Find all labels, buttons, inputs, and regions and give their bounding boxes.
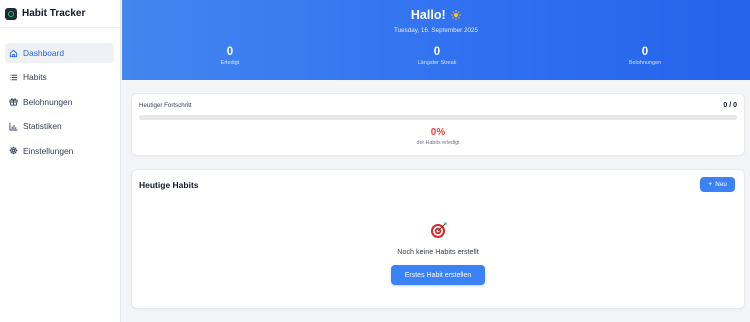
stat-value: 0: [641, 46, 649, 58]
section-title: Heutige Habits: [139, 180, 199, 190]
new-habit-button[interactable]: + Neu: [700, 177, 735, 192]
create-first-habit-button[interactable]: Erstes Habit erstellen: [391, 265, 485, 285]
gear-icon: [8, 146, 18, 156]
todays-habits-card: Heutige Habits + Neu Noch keine Habits e…: [131, 169, 745, 309]
sidebar-item-dashboard[interactable]: Dashboard: [5, 43, 114, 63]
stat-value: 0: [433, 46, 441, 58]
greeting-text: Hallo!: [410, 8, 446, 22]
sidebar-item-statistiken[interactable]: Statistiken: [5, 116, 114, 136]
sidebar-item-label: Statistiken: [23, 121, 62, 132]
sun-icon: [451, 10, 462, 20]
stat-longest-streak: 0 Längster Streak: [377, 46, 497, 66]
target-icon: [431, 222, 447, 238]
sidebar-item-einstellungen[interactable]: Einstellungen: [5, 141, 114, 161]
stat-erledigt: 0 Erledigt: [170, 46, 290, 66]
sidebar-item-label: Belohnungen: [23, 96, 73, 107]
stat-label: Längster Streak: [417, 60, 457, 66]
sidebar: Habit Tracker Dashboard Habits Belohnung…: [0, 0, 121, 322]
stat-value: 0: [226, 46, 234, 58]
sidebar-item-belohnungen[interactable]: Belohnungen: [5, 92, 114, 112]
stat-label: Belohnungen: [628, 60, 662, 66]
app-title: Habit Tracker: [22, 8, 86, 19]
stat-label: Erledigt: [220, 60, 240, 66]
sidebar-nav: Dashboard Habits Belohnungen Statistiken…: [0, 28, 120, 161]
habit-tracker-logo-icon: [5, 7, 17, 20]
current-date: Tuesday, 16. September 2025: [393, 27, 478, 34]
empty-state-text: Noch keine Habits erstellt: [397, 247, 479, 256]
greeting-heading: Hallo!: [122, 8, 750, 22]
progress-label: Heutiger Fortschritt: [139, 102, 192, 109]
sidebar-item-label: Einstellungen: [23, 145, 74, 156]
progress-ratio: 0 / 0: [723, 102, 737, 109]
app-brand[interactable]: Habit Tracker: [0, 0, 120, 28]
progress-percent: 0%: [430, 127, 446, 138]
home-icon: [8, 48, 18, 58]
dashboard-header: Hallo! Tuesday, 16. September 2025 0 Erl…: [122, 0, 750, 80]
list-icon: [8, 72, 18, 82]
bar-chart-icon: [8, 121, 18, 131]
sidebar-item-label: Habits: [23, 72, 47, 83]
progress-subtitle: der Habits erledigt: [416, 140, 460, 146]
sidebar-item-habits[interactable]: Habits: [5, 67, 114, 87]
sidebar-item-label: Dashboard: [23, 48, 64, 58]
daily-progress-card: Heutiger Fortschritt 0 / 0 0% der Habits…: [131, 93, 745, 156]
gift-icon: [8, 97, 18, 107]
stat-belohnungen: 0 Belohnungen: [585, 46, 705, 66]
progress-bar: [139, 115, 737, 120]
plus-icon: +: [708, 181, 713, 188]
new-habit-label: Neu: [715, 181, 727, 188]
